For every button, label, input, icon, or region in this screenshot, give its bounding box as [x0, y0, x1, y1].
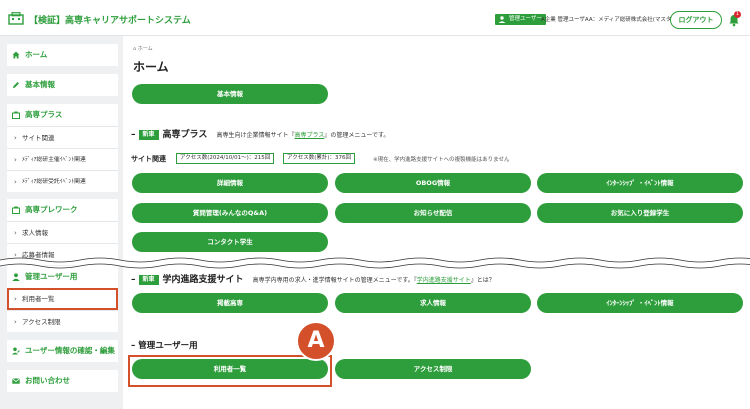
- kosen-plus-link[interactable]: 高専プラス: [295, 132, 325, 139]
- favorite-students-button[interactable]: お気に入り登録学生: [537, 203, 743, 223]
- detail-info-button[interactable]: 詳細情報: [132, 173, 328, 193]
- contact-students-button[interactable]: コンタクト学生: [132, 232, 328, 252]
- sidebar-item-site[interactable]: サイト関連: [7, 126, 118, 149]
- obog-info-button[interactable]: OBOG情報: [335, 173, 531, 193]
- access-count-total: アクセス数(累計)：376回: [283, 153, 356, 164]
- sidebar-item-media-event[interactable]: ﾒﾃﾞｨｱ総研主催ｲﾍﾞﾝﾄ関連: [7, 148, 118, 171]
- sidebar-item-user-list[interactable]: 利用者一覧: [7, 288, 118, 310]
- site-label: サイト関連: [131, 155, 166, 163]
- campus-title: 学内進路支援サイト: [162, 275, 244, 285]
- new-badge: 新車: [138, 275, 159, 285]
- admin-user-icon: [12, 273, 20, 281]
- header-bar: 【検証】高専キャリアサポートシステム 管理ユーザー A企業 管理ユーザAA：メデ…: [0, 0, 750, 36]
- sidebar-home-label: ホーム: [25, 50, 48, 59]
- new-badge: 新車: [138, 130, 159, 140]
- notification-badge: 1: [734, 11, 741, 18]
- campus-section-title: – 新車 学内進路支援サイト 高専学内専用の求人・進学情報サイトの管理メニューです。…: [131, 275, 495, 285]
- admin-section-title: – 管理ユーザー用: [131, 341, 198, 351]
- sidebar-admin-label: 管理ユーザー用: [25, 272, 78, 281]
- step-marker: A: [296, 321, 336, 361]
- sidebar-item-basic-info[interactable]: 基本情報: [7, 74, 118, 96]
- notice-button[interactable]: お知らせ配信: [335, 203, 531, 223]
- page-title: ホーム: [133, 60, 169, 74]
- breadcrumb-home[interactable]: ホーム: [138, 46, 153, 52]
- sidebar-group-admin: 管理ユーザー用 利用者一覧 アクセス制限: [7, 266, 118, 333]
- sidebar-item-kosen-work[interactable]: 高専プレワーク: [7, 199, 118, 221]
- qa-manage-button[interactable]: 質問管理(みんなのQ&A): [132, 203, 328, 223]
- kosen-plus-note: 高専生向け企業情報サイト『高専プラス』の管理メニューです。: [216, 132, 390, 139]
- sidebar-item-contact[interactable]: お問い合わせ: [7, 370, 118, 392]
- sidebar-basic-info-label: 基本情報: [25, 80, 55, 89]
- access-limit-button[interactable]: アクセス制限: [335, 359, 531, 379]
- home-icon: ⌂: [133, 46, 137, 52]
- main-content: ⌂ ホーム ホーム 基本情報 – 新車 高専プラス 高専生向け企業情報サイト『高専プ…: [123, 36, 750, 409]
- campus-internship-button[interactable]: ｲﾝﾀｰﾝｼｯﾌﾟ ・ｲﾍﾞﾝﾄ情報: [537, 293, 743, 313]
- kosen-plus-section-title: – 新車 高専プラス 高専生向け企業情報サイト『高専プラス』の管理メニューです。: [131, 130, 390, 140]
- app-title[interactable]: 【検証】高専キャリアサポートシステム: [29, 13, 191, 26]
- sidebar-kosen-work-label: 高専プレワーク: [25, 205, 78, 214]
- sidebar-kosen-plus-label: 高専プラス: [25, 110, 63, 119]
- user-name: A企業 管理ユーザAA：メディア総研株式会社(マスタ): [541, 17, 674, 23]
- mail-icon: [12, 378, 20, 384]
- page-break-wave: [0, 257, 750, 269]
- sidebar-item-access-limit[interactable]: アクセス制限: [7, 310, 118, 333]
- admin-badge: 管理ユーザー: [495, 14, 546, 25]
- sidebar-group-kosen-plus: 高専プラス サイト関連 ﾒﾃﾞｨｱ総研主催ｲﾍﾞﾝﾄ関連 ﾒﾃﾞｨｱ総研受託ｲﾍ…: [7, 104, 118, 193]
- campus-job-button[interactable]: 求人情報: [335, 293, 531, 313]
- sidebar-item-job-info[interactable]: 求人情報: [7, 221, 118, 244]
- kosen-plus-title: 高専プラス: [162, 130, 208, 140]
- user-icon: [498, 16, 506, 23]
- sidebar-item-user-confirm[interactable]: ユーザー情報の確認・編集: [7, 340, 118, 362]
- sidebar-item-home[interactable]: ホーム: [7, 44, 118, 66]
- listed-kosen-button[interactable]: 掲載高専: [132, 293, 328, 313]
- kosen-work-icon: [12, 206, 20, 214]
- sidebar-user-confirm-label: ユーザー情報の確認・編集: [25, 346, 115, 355]
- kosen-plus-icon: [12, 111, 20, 119]
- breadcrumb: ⌂ ホーム: [133, 45, 153, 52]
- sidebar-item-contract-event[interactable]: ﾒﾃﾞｨｱ総研受託ｲﾍﾞﾝﾄ関連: [7, 170, 118, 193]
- campus-link[interactable]: 学内進路支援サイト: [417, 277, 471, 284]
- access-count-period: アクセス数(2024/10/01～)：215回: [176, 153, 275, 164]
- home-icon: [12, 51, 20, 59]
- admin-title: 管理ユーザー用: [138, 341, 198, 351]
- campus-note: 高専学内専用の求人・進学情報サイトの管理メニューです。『学内進路支援サイト』とは…: [252, 277, 495, 284]
- user-edit-icon: [12, 347, 20, 355]
- sidebar-contact-label: お問い合わせ: [25, 376, 70, 385]
- building-icon: [8, 12, 24, 25]
- internship-event-button[interactable]: ｲﾝﾀｰﾝｼｯﾌﾟ ・ｲﾍﾞﾝﾄ情報: [537, 173, 743, 193]
- basic-info-button[interactable]: 基本情報: [132, 84, 328, 104]
- highlight-user-list-button: [128, 355, 332, 387]
- admin-badge-label: 管理ユーザー: [509, 16, 542, 22]
- logout-button[interactable]: ログアウト: [670, 11, 722, 29]
- pencil-icon: [13, 82, 19, 88]
- access-note: ※現在、学内進路支援サイトへの複製機能はありません: [373, 157, 510, 163]
- sidebar-item-kosen-plus[interactable]: 高専プラス: [7, 104, 118, 126]
